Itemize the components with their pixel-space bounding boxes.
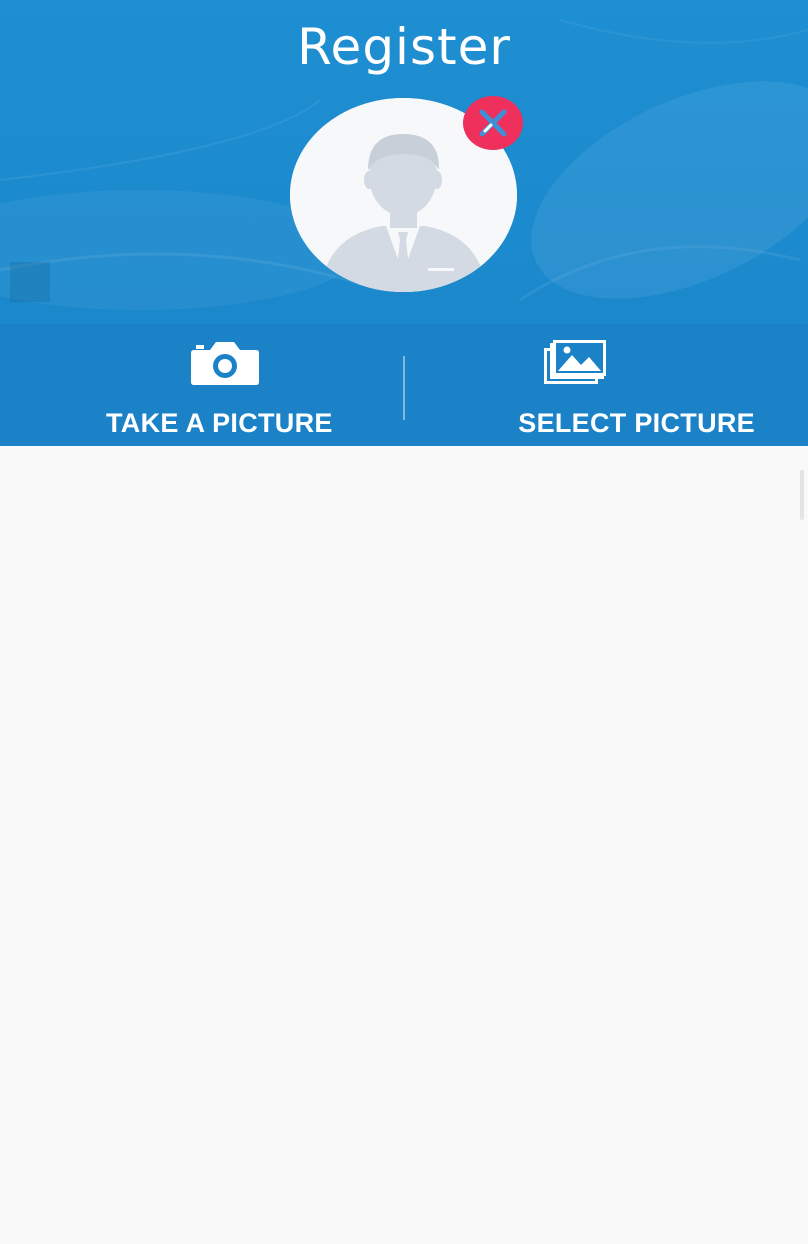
close-icon: [479, 109, 507, 137]
register-header: Register: [0, 0, 808, 324]
select-picture-label: SELECT PICTURE: [518, 408, 755, 438]
form-content-area: [0, 446, 808, 1244]
take-picture-button[interactable]: TAKE A PICTURE: [0, 324, 402, 446]
remove-picture-button[interactable]: [463, 96, 523, 150]
scrollbar[interactable]: [800, 470, 804, 520]
take-picture-label: TAKE A PICTURE: [106, 408, 333, 438]
picture-source-bar: TAKE A PICTURE SELECT PICTURE: [0, 324, 808, 446]
select-picture-button[interactable]: SELECT PICTURE: [406, 324, 808, 446]
page-title: Register: [297, 18, 511, 76]
gallery-icon: [544, 340, 606, 384]
camera-icon: [191, 342, 259, 385]
